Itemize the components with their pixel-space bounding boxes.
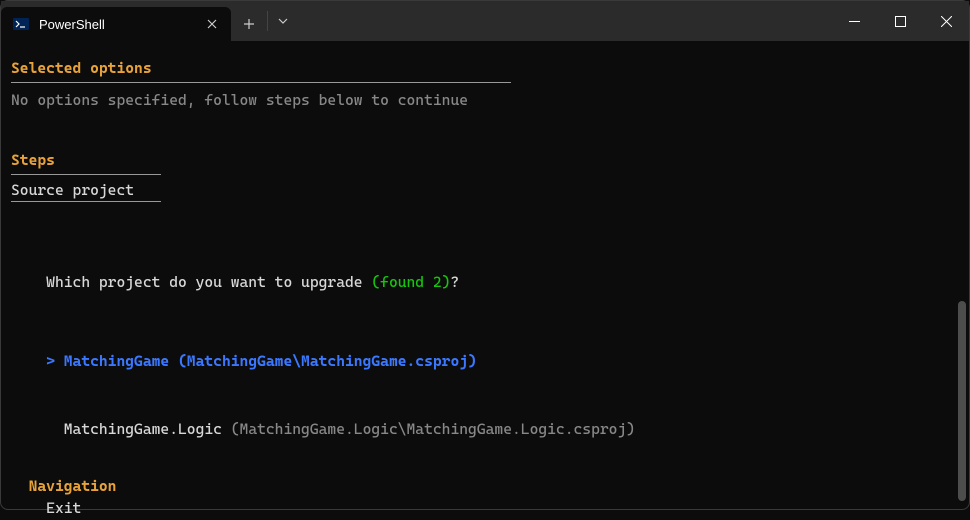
section-divider: [11, 174, 161, 175]
menu-option-exit[interactable]: Exit: [11, 497, 959, 520]
cursor-indicator: >: [46, 352, 64, 370]
selected-options-heading: Selected options: [11, 57, 959, 82]
menu-option-selected[interactable]: > MatchingGame (MatchingGame\MatchingGam…: [11, 328, 959, 396]
prompt-suffix: ?: [450, 273, 459, 291]
scrollbar-thumb[interactable]: [958, 301, 966, 501]
tab-powershell[interactable]: PowerShell: [1, 7, 231, 41]
prompt-text: Which project do you want to upgrade: [46, 273, 371, 291]
minimize-button[interactable]: [831, 1, 877, 41]
menu-option[interactable]: MatchingGame.Logic (MatchingGame.Logic\M…: [11, 395, 959, 463]
section-divider: [11, 201, 161, 202]
prompt-count: (found 2): [371, 273, 450, 291]
close-button[interactable]: [923, 1, 969, 41]
tab-title: PowerShell: [39, 17, 195, 32]
navigation-heading: Navigation: [11, 475, 959, 498]
terminal-content[interactable]: Selected options No options specified, f…: [1, 41, 969, 509]
maximize-button[interactable]: [877, 1, 923, 41]
titlebar-drag-area[interactable]: [297, 1, 831, 41]
option-name: MatchingGame.Logic: [64, 420, 231, 438]
window-titlebar: PowerShell: [1, 1, 969, 41]
option-path: (MatchingGame.Logic\MatchingGame.Logic.c…: [231, 420, 635, 438]
section-divider: [11, 82, 511, 83]
window-controls: [831, 1, 969, 41]
selected-options-body: No options specified, follow steps below…: [11, 89, 959, 112]
option-path: (MatchingGame\MatchingGame.csproj): [178, 352, 477, 370]
tab-close-icon[interactable]: [203, 15, 221, 33]
steps-heading: Steps: [11, 149, 959, 174]
powershell-icon: [13, 16, 29, 32]
new-tab-button[interactable]: [231, 7, 267, 41]
tab-dropdown-button[interactable]: [267, 11, 297, 31]
scrollbar[interactable]: [958, 41, 966, 509]
steps-body: Source project: [11, 179, 959, 202]
option-indent: [46, 420, 64, 438]
prompt-line: Which project do you want to upgrade (fo…: [11, 248, 959, 316]
option-name: MatchingGame: [64, 352, 178, 370]
